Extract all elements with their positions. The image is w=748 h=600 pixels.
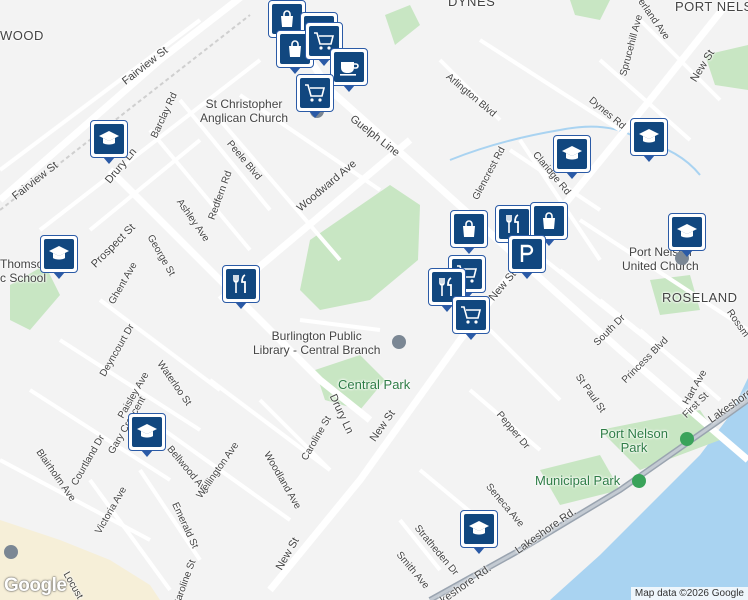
school-icon [464,514,494,544]
map-data-attribution[interactable]: Map data ©2026 Google [630,587,748,600]
school-marker[interactable] [460,510,498,554]
parking-marker[interactable] [508,235,546,279]
label-elwood: WOOD [0,28,44,43]
shopping-cart-icon [456,300,486,330]
restaurant-marker[interactable] [222,265,260,309]
shopping-cart-icon [300,78,330,108]
shopping-cart-marker[interactable] [296,74,334,118]
school-icon [634,122,664,152]
school-marker[interactable] [553,135,591,179]
school-marker[interactable] [668,213,706,257]
school-marker[interactable] [40,235,78,279]
poi-pin-sw[interactable] [4,545,18,559]
label-port-nelson-top: PORT NELS [675,0,748,14]
school-icon [672,217,702,247]
school-marker[interactable] [630,118,668,162]
school-icon [94,124,124,154]
shopping-bag-icon [534,206,564,236]
google-logo[interactable]: Google [4,575,67,597]
library-pin[interactable] [392,335,406,349]
label-central-park[interactable]: Central Park [338,377,410,392]
park-pin-2[interactable] [632,474,646,488]
coffee-marker[interactable] [330,48,368,92]
shopping-bag-icon [454,214,484,244]
label-roseland: ROSELAND [662,290,738,305]
school-marker[interactable] [128,413,166,457]
school-icon [557,139,587,169]
label-st-christopher[interactable]: St Christopher Anglican Church [200,97,288,125]
label-municipal-park[interactable]: Municipal Park [535,473,620,488]
coffee-icon [334,52,364,82]
label-library[interactable]: Burlington Public Library - Central Bran… [253,329,380,357]
parking-icon [512,239,542,269]
shopping-cart-marker[interactable] [452,296,490,340]
shopping-bag-marker[interactable] [450,210,488,254]
label-port-nelson-park[interactable]: Port Nelson Park [600,427,668,455]
school-icon [44,239,74,269]
restaurant-icon [226,269,256,299]
map-canvas[interactable]: PORT NELS DYNES WOOD Fairview St Fairvie… [0,0,748,600]
school-marker[interactable] [90,120,128,164]
label-dynes-top: DYNES [448,0,496,9]
park-pin[interactable] [680,432,694,446]
school-icon [132,417,162,447]
